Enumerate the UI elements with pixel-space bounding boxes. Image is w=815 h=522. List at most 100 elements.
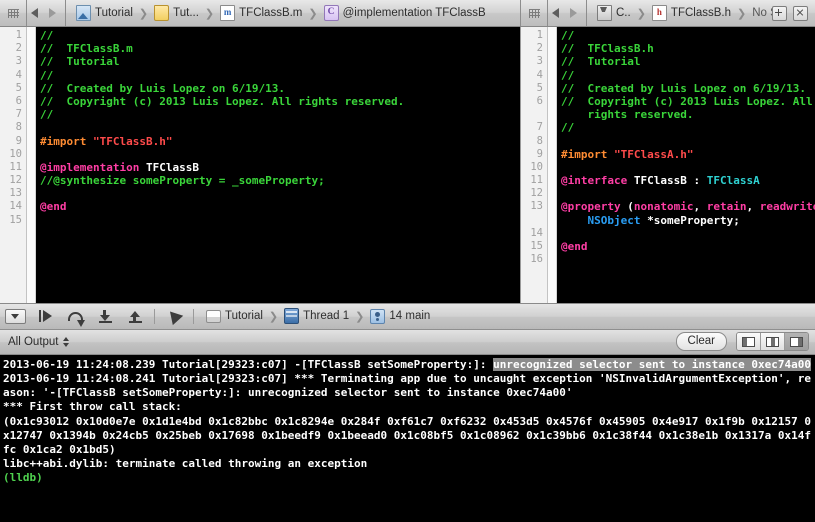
chevron-left-icon[interactable] [31,8,38,18]
breadcrumb-item-file[interactable]: m TFClassB.m [218,5,304,21]
code-line: @interface TFClassB : TFClassA [561,174,815,187]
line-number: 5 [536,81,543,94]
source-code-text[interactable]: //// TFClassB.m// Tutorial//// Created b… [36,27,520,303]
debug-breadcrumb-item-scheme[interactable]: Tutorial [204,309,265,323]
breadcrumb-item-symbol[interactable]: C @implementation TFClassB [322,5,488,21]
console-text: libc++abi.dylib: terminate called throwi… [3,457,368,471]
thread-icon [284,308,300,325]
code-line: // [40,69,520,82]
editor-grip-handle[interactable] [0,8,26,18]
divider [154,308,155,324]
history-nav-buttons [27,8,65,18]
code-token: // Created by Luis Lopez on 6/19/13. [561,81,807,95]
breadcrumb-item-selection[interactable]: No Selection [750,7,772,19]
line-number: 6 [536,94,543,107]
chevron-right-separator-icon: ❯ [737,7,747,20]
line-number: 6 [15,94,22,107]
line-number: 9 [536,147,543,160]
folder-icon [154,5,170,21]
chevron-right-separator-icon: ❯ [355,310,365,323]
breadcrumb-item-project[interactable]: Tutorial [74,5,135,21]
code-line: #import "TFClassA.h" [561,148,815,161]
clear-console-button[interactable]: Clear [675,332,727,352]
code-token: "TFClassB.h" [92,134,173,148]
debug-breadcrumb-item-thread[interactable]: Thread 1 [282,308,351,325]
stepper-updown-icon [62,336,69,347]
grip-dots-icon [528,8,540,18]
line-number: 4 [536,68,543,81]
chevron-right-icon[interactable] [49,8,56,18]
continue-program-icon[interactable] [30,304,60,329]
show-variables-and-console-button[interactable] [761,333,785,351]
code-token: , [693,200,707,214]
source-code-text[interactable]: //// TFClassB.h// Tutorial//// Created b… [557,27,815,303]
show-hide-debug-area-icon[interactable] [0,304,30,329]
chevron-left-icon[interactable] [552,8,559,18]
show-variables-only-button[interactable] [737,333,761,351]
debug-bar: Tutorial ❯ Thread 1 ❯ 14 main [0,302,815,330]
continue-glyph [38,310,52,323]
jump-bar: Tutorial ❯ Tut... ❯ m TFClassB.m ❯ C @im… [0,0,815,27]
code-token: NSObject [587,213,641,227]
line-number: 12 [9,174,22,187]
code-line: // Tutorial [40,55,520,68]
console-header: All Output Clear [0,329,815,355]
console-selected-text: unrecognized selector sent to instance 0… [493,357,811,371]
console-output[interactable]: 2013-06-19 11:24:08.239 Tutorial[29323:c… [0,354,815,522]
code-token: : [686,174,707,188]
step-into-icon[interactable] [90,304,120,329]
add-assistant-editor-icon[interactable] [772,5,787,21]
line-number: 11 [530,174,543,187]
line-number: 10 [9,147,22,160]
chevron-right-icon[interactable] [570,8,577,18]
gutter-focus-ribbon [27,27,36,303]
panel-left-icon [742,336,755,347]
code-line: //@synthesize someProperty = _someProper… [40,174,520,187]
grip-dots-icon [7,8,19,18]
line-number: 11 [9,160,22,173]
assistant-editor[interactable]: 1 2 3 4 5 6 7 8 9 10 11 12 13 14 15 16 //// TFClassB.h /… [521,27,815,303]
breadcrumb-label: Tut... [173,7,199,19]
code-token: // Copyright (c) 2013 Luis Lopez. All ri… [40,94,405,108]
code-line: @property (nonatomic, retain, readwrite) [561,200,815,213]
console-text: 2013-06-19 11:24:08.241 Tutorial[29323:c… [3,371,811,400]
chevron-right-separator-icon: ❯ [138,7,149,20]
code-token: rights reserved. [561,108,694,122]
breadcrumb-item-folder[interactable]: Tut... [152,5,201,21]
console-header-controls: Clear [675,332,809,352]
debug-breadcrumb-label: Thread 1 [303,310,350,323]
primary-editor[interactable]: 1 2 3 4 5 6 7 8 9 10 11 12 13 14 15 //// TFClassB.m// … [0,27,520,303]
chevron-right-separator-icon: ❯ [636,7,646,20]
code-token: TFClassB [633,174,687,188]
code-token: @end [561,240,588,253]
output-filter-popup[interactable]: All Output [8,336,69,348]
line-number: 12 [530,187,543,200]
close-assistant-editor-icon[interactable] [793,5,808,21]
line-number: 5 [15,81,22,94]
debug-breadcrumb-item-frame[interactable]: 14 main [368,308,432,324]
target-icon [597,5,612,21]
step-over-icon[interactable] [60,304,90,329]
code-token: // Created by Luis Lopez on 6/19/13. [40,81,286,95]
breadcrumb-item-target[interactable]: C.. [595,5,633,21]
code-token: @interface [561,174,634,188]
breadcrumb-label: C.. [616,7,631,19]
breadcrumb-item-file[interactable]: h TFClassB.h [650,5,733,21]
code-line: // [40,29,520,42]
jump-bar-assistant-editor: C.. ❯ h TFClassB.h ❯ No Selection [521,0,815,26]
step-over-glyph [67,311,85,327]
assistant-grip-handle[interactable] [521,8,547,18]
line-number: 15 [530,240,543,252]
simulate-location-icon[interactable] [159,304,189,329]
code-line: #import "TFClassB.h" [40,135,520,148]
location-arrow-glyph [164,307,184,326]
show-console-only-button[interactable] [785,333,808,351]
console-line: (0x1c93012 0x10d0e7e 0x1d1e4bd 0x1c82bbc… [3,415,813,458]
code-line: // Created by Luis Lopez on 6/19/13. [40,82,520,95]
step-out-icon[interactable] [120,304,150,329]
line-number: 3 [15,55,22,68]
